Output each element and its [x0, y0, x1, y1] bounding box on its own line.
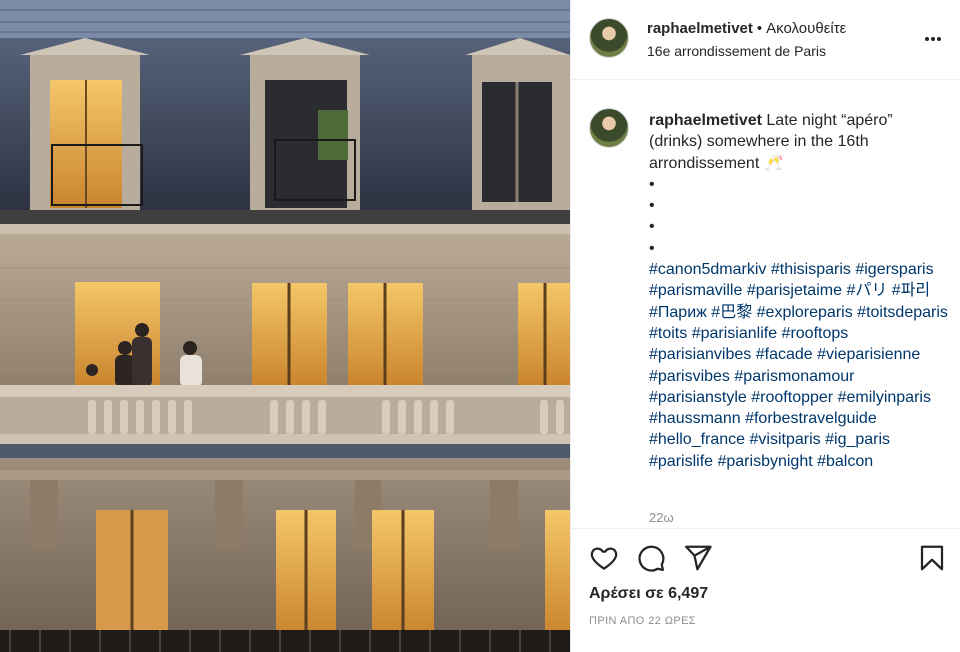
hashtag-link[interactable]: #hello_france: [649, 431, 745, 448]
comment-time-ago[interactable]: 22ω: [649, 510, 674, 525]
hashtag-link[interactable]: #ig_paris: [825, 431, 890, 448]
caption-text-block: raphaelmetivet Late night “apéro” (drink…: [649, 110, 949, 472]
hashtag-link[interactable]: #toitsdeparis: [857, 304, 948, 321]
hashtag-link[interactable]: #parisianstyle: [649, 389, 747, 406]
hashtag-link[interactable]: #rooftops: [782, 325, 849, 342]
hashtag-link[interactable]: #parisbynight: [717, 453, 812, 470]
comment-icon[interactable]: [636, 543, 666, 573]
hashtag-list: #canon5dmarkiv #thisisparis #igersparis …: [649, 261, 948, 470]
likes-count[interactable]: Αρέσει σε 6,497: [589, 585, 708, 603]
post-side-panel: raphaelmetivet • Ακολουθείτε 16e arrondiss…: [570, 0, 960, 652]
hashtag-link[interactable]: #巴黎: [711, 304, 752, 321]
author-avatar[interactable]: [589, 18, 629, 58]
hashtag-link[interactable]: #parisianvibes: [649, 346, 751, 363]
author-username[interactable]: raphaelmetivet: [647, 20, 753, 37]
bookmark-icon[interactable]: [917, 543, 947, 573]
caption-dot: •: [649, 239, 655, 257]
hashtag-link[interactable]: #Париж: [649, 304, 707, 321]
hashtag-link[interactable]: #parisvibes: [649, 368, 730, 385]
hashtag-link[interactable]: #emilyinparis: [838, 389, 931, 406]
hashtag-link[interactable]: #facade: [756, 346, 813, 363]
hashtag-link[interactable]: #balcon: [817, 453, 873, 470]
hashtag-link[interactable]: #toits: [649, 325, 687, 342]
post-photo[interactable]: [0, 0, 570, 652]
hashtag-link[interactable]: #thisisparis: [771, 261, 851, 278]
post-header: raphaelmetivet • Ακολουθείτε 16e arrondiss…: [571, 0, 960, 80]
caption-dot: •: [649, 197, 655, 215]
hashtag-link[interactable]: #rooftopper: [751, 389, 833, 406]
hashtag-link[interactable]: #パリ: [846, 282, 887, 299]
hashtag-link[interactable]: #exploreparis: [757, 304, 853, 321]
header-separator: •: [756, 20, 763, 37]
hashtag-link[interactable]: #parisjetaime: [747, 282, 842, 299]
hashtag-link[interactable]: #parislife: [649, 453, 713, 470]
caption-dot: •: [649, 218, 655, 236]
hashtag-link[interactable]: #parisianlife: [692, 325, 777, 342]
hashtag-link[interactable]: #forbestravelguide: [745, 410, 877, 427]
post-location[interactable]: 16e arrondissement de Paris: [647, 43, 826, 59]
posted-time[interactable]: ΠΡΙΝ ΑΠΟ 22 ΩΡΕΣ: [589, 615, 696, 627]
share-paper-plane-icon[interactable]: [683, 543, 713, 573]
hashtag-link[interactable]: #parismaville: [649, 282, 742, 299]
heart-icon[interactable]: [589, 543, 619, 573]
hashtag-link[interactable]: #canon5dmarkiv: [649, 261, 766, 278]
photo-building-facade: [0, 0, 570, 652]
post-actions: Αρέσει σε 6,497 ΠΡΙΝ ΑΠΟ 22 ΩΡΕΣ: [571, 528, 960, 652]
caption-comment: raphaelmetivet Late night “apéro” (drink…: [571, 80, 960, 530]
hashtag-link[interactable]: #visitparis: [750, 431, 821, 448]
more-dots-icon[interactable]: [925, 28, 945, 48]
header-line: raphaelmetivet • Ακολουθείτε: [647, 20, 846, 37]
following-button[interactable]: Ακολουθείτε: [766, 20, 846, 37]
hashtag-link[interactable]: #haussmann: [649, 410, 741, 427]
hashtag-link[interactable]: #파리: [892, 282, 930, 299]
caption-author-avatar[interactable]: [589, 108, 629, 148]
hashtag-link[interactable]: #igersparis: [855, 261, 933, 278]
caption-dot: •: [649, 175, 655, 193]
hashtag-link[interactable]: #vieparisienne: [817, 346, 920, 363]
hashtag-link[interactable]: #parismonamour: [734, 368, 854, 385]
caption-username[interactable]: raphaelmetivet: [649, 112, 762, 129]
